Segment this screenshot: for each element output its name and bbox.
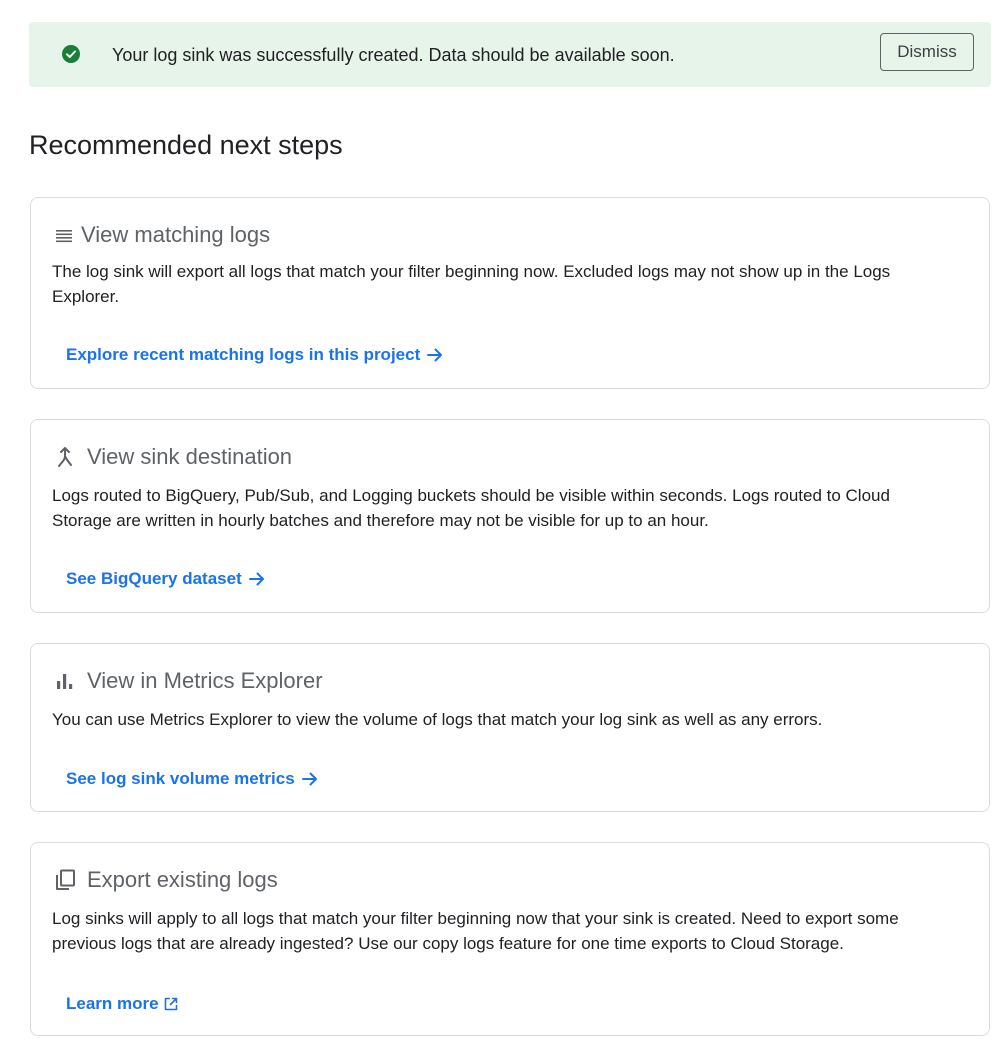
arrow-right-icon (427, 348, 443, 362)
dismiss-button[interactable]: Dismiss (880, 33, 974, 71)
card-title: View matching logs (81, 222, 271, 247)
card-metrics-explorer: View in Metrics Explorer You can use Met… (30, 643, 990, 812)
card-description: The log sink will export all logs that m… (52, 262, 891, 306)
card-title-row: Export existing logs (53, 865, 278, 895)
explore-logs-link[interactable]: Explore recent matching logs in this pro… (66, 345, 444, 365)
link-label: Learn more (66, 994, 159, 1013)
card-title: View in Metrics Explorer (87, 668, 323, 693)
check-circle-icon (62, 45, 80, 63)
card-description: You can use Metrics Explorer to view the… (52, 710, 823, 729)
card-export-existing-logs: Export existing logs Log sinks will appl… (30, 842, 990, 1036)
card-view-sink-destination: View sink destination Logs routed to Big… (30, 419, 990, 613)
copy-icon (56, 869, 75, 890)
link-label: Explore recent matching logs in this pro… (66, 345, 421, 364)
list-icon (56, 230, 72, 243)
arrow-right-icon (301, 772, 317, 786)
card-title-row: View matching logs (53, 220, 270, 250)
arrow-right-icon (248, 572, 264, 586)
bigquery-dataset-link[interactable]: See BigQuery dataset (66, 569, 266, 589)
card-title-row: View in Metrics Explorer (53, 666, 323, 696)
link-label: See BigQuery dataset (66, 569, 242, 588)
merge-icon (58, 447, 72, 467)
card-title-row: View sink destination (53, 442, 292, 472)
card-view-matching-logs: View matching logs The log sink will exp… (30, 197, 990, 389)
link-label: See log sink volume metrics (66, 769, 295, 788)
banner-message: Your log sink was successfully created. … (112, 45, 675, 65)
card-title: View sink destination (87, 444, 293, 469)
open-in-new-icon (164, 997, 177, 1011)
page-title: Recommended next steps (29, 130, 343, 160)
card-description: Logs routed to BigQuery, Pub/Sub, and Lo… (52, 486, 890, 530)
bar-chart-icon (57, 674, 73, 689)
success-banner: Your log sink was successfully created. … (29, 22, 991, 87)
volume-metrics-link[interactable]: See log sink volume metrics (66, 769, 319, 789)
card-title: Export existing logs (87, 867, 278, 892)
learn-more-link[interactable]: Learn more (66, 994, 179, 1014)
card-description: Log sinks will apply to all logs that ma… (52, 909, 899, 953)
